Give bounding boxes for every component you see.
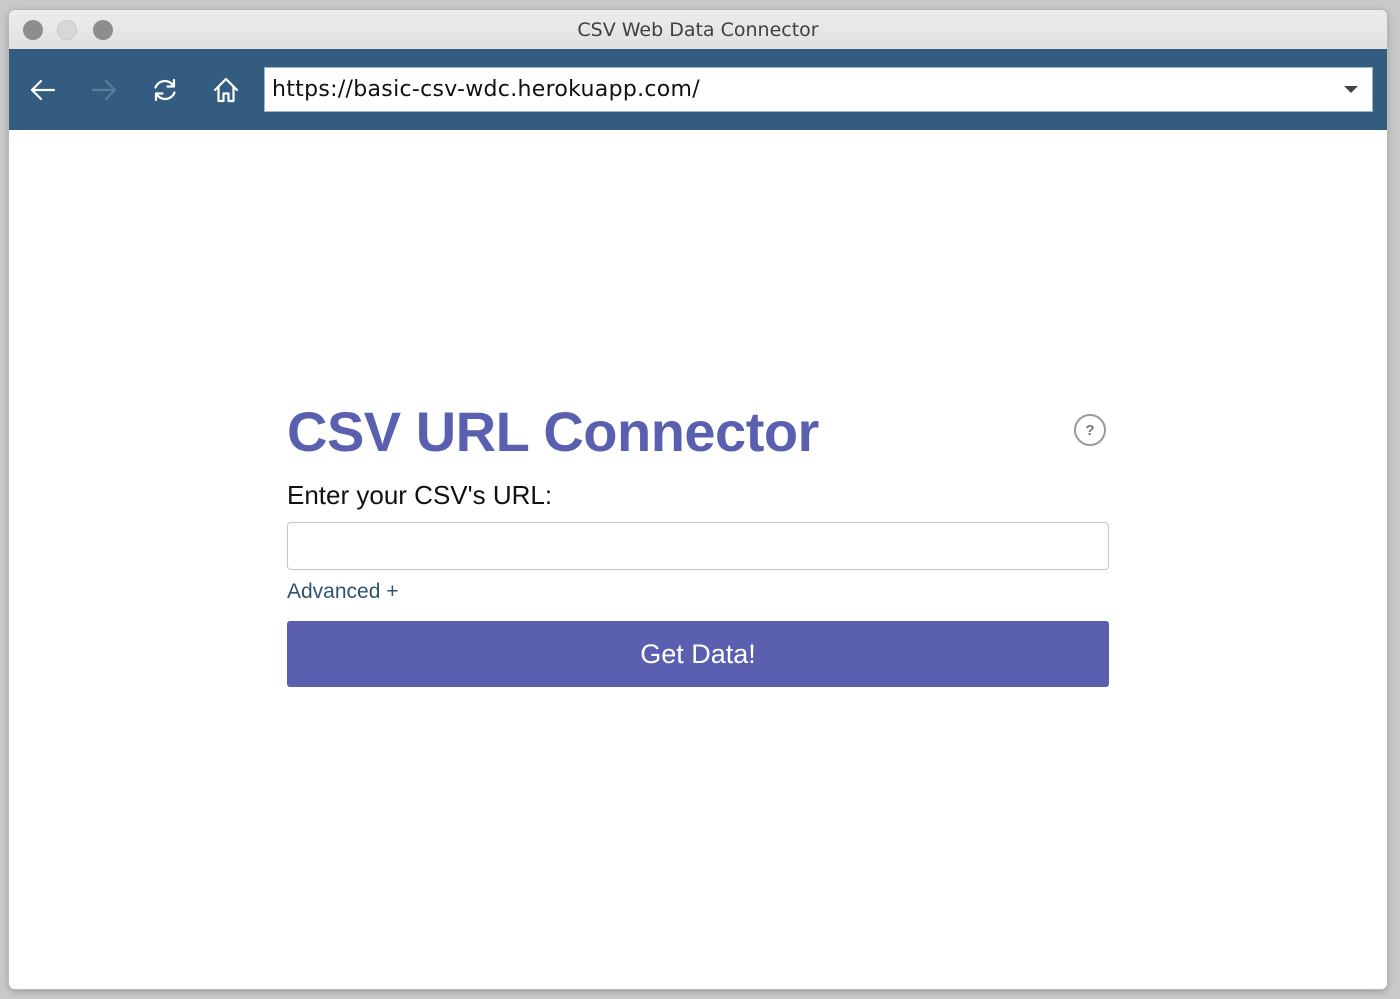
browser-window: CSV Web Data Connector https://basic-csv… — [9, 10, 1387, 989]
get-data-button[interactable]: Get Data! — [287, 621, 1109, 687]
arrow-left-icon — [30, 79, 56, 101]
title-bar: CSV Web Data Connector — [9, 10, 1387, 50]
forward-button[interactable] — [88, 74, 120, 106]
page-title: CSV URL Connector — [287, 400, 819, 463]
window-title: CSV Web Data Connector — [577, 19, 819, 41]
browser-toolbar: https://basic-csv-wdc.herokuapp.com/ — [9, 49, 1387, 130]
csv-connector-form: CSV URL Connector ? Enter your CSV's URL… — [287, 400, 1109, 687]
advanced-options-link[interactable]: Advanced + — [287, 580, 399, 604]
csv-url-input[interactable] — [287, 522, 1109, 570]
back-button[interactable] — [27, 74, 59, 106]
address-url[interactable]: https://basic-csv-wdc.herokuapp.com/ — [272, 77, 700, 102]
home-button[interactable] — [210, 74, 242, 106]
reload-button[interactable] — [149, 74, 181, 106]
url-field-label: Enter your CSV's URL: — [287, 480, 553, 510]
help-icon[interactable]: ? — [1074, 414, 1106, 446]
chevron-down-icon[interactable] — [1344, 86, 1358, 93]
reload-icon — [154, 78, 176, 102]
address-bar[interactable]: https://basic-csv-wdc.herokuapp.com/ — [264, 67, 1373, 112]
home-icon — [213, 77, 239, 103]
arrow-right-icon — [91, 79, 117, 101]
page-content: CSV URL Connector ? Enter your CSV's URL… — [9, 130, 1387, 989]
